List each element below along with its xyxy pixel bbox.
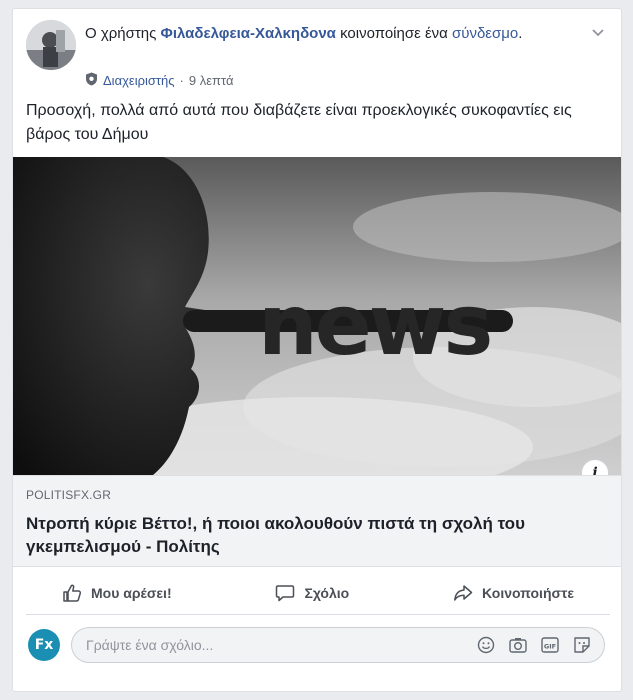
comment-button[interactable]: Σχόλιο <box>239 583 385 603</box>
headline-prefix: Ο χρήστης <box>85 25 157 42</box>
avatar[interactable] <box>26 20 76 70</box>
author-link[interactable]: Φιλαδελφεια-Χαλκηδονα <box>161 25 336 42</box>
share-label: Κοινοποιήστε <box>482 584 574 601</box>
commenter-avatar[interactable]: Fx <box>28 629 60 661</box>
share-icon <box>453 583 473 603</box>
post-headline: Ο χρήστης Φιλαδελφεια-Χαλκηδονα κοινοποί… <box>85 23 545 45</box>
headline-action: κοινοποίησε ένα <box>340 25 448 42</box>
post-timestamp[interactable]: 9 λεπτά <box>189 73 234 88</box>
link-domain: POLITISFX.GR <box>26 488 112 502</box>
camera-icon[interactable] <box>508 635 528 655</box>
comment-input-wrapper: GIF <box>71 627 605 663</box>
like-label: Μου αρέσει! <box>91 584 172 601</box>
post-card: Ο χρήστης Φιλαδελφεια-Χαλκηδονα κοινοποί… <box>12 8 622 692</box>
emoji-icon[interactable] <box>476 635 496 655</box>
role-label[interactable]: Διαχειριστής <box>103 73 175 88</box>
meta-separator: · <box>179 73 184 88</box>
sticker-icon[interactable] <box>572 635 592 655</box>
like-icon <box>62 583 82 603</box>
post-text: Προσοχή, πολλά από αυτά που διαβάζετε εί… <box>26 102 572 143</box>
link-preview[interactable]: POLITISFX.GR Ντροπή κύριε Βέττο!, ή ποιο… <box>13 475 621 567</box>
headline-period: . <box>518 25 523 42</box>
image-word: news <box>258 276 490 374</box>
chevron-down-icon[interactable] <box>588 22 608 42</box>
comment-label: Σχόλιο <box>304 584 350 601</box>
gif-icon[interactable]: GIF <box>540 635 560 655</box>
action-bar: Μου αρέσει! Σχόλιο Κοινοποιήστε <box>26 571 610 615</box>
comment-tools: GIF <box>476 635 592 655</box>
post-meta: Διαχειριστής · 9 λεπτά <box>85 72 233 89</box>
link-preview-image[interactable]: news i <box>13 157 621 475</box>
post-header: Ο χρήστης Φιλαδελφεια-Χαλκηδονα κοινοποί… <box>26 20 611 88</box>
share-button[interactable]: Κοινοποιήστε <box>417 583 610 603</box>
link-title[interactable]: Ντροπή κύριε Βέττο!, ή ποιοι ακολουθούν … <box>26 512 611 558</box>
svg-text:GIF: GIF <box>544 642 556 650</box>
like-button[interactable]: Μου αρέσει! <box>26 583 208 603</box>
comment-input[interactable] <box>86 628 446 662</box>
logo-text: Fx <box>34 637 54 653</box>
comment-composer: Fx Γράψτε ένα σχόλιο... GIF <box>26 621 610 685</box>
shared-object-link[interactable]: σύνδεσμο <box>452 25 518 42</box>
comment-icon <box>275 583 295 603</box>
shield-icon <box>85 72 98 89</box>
